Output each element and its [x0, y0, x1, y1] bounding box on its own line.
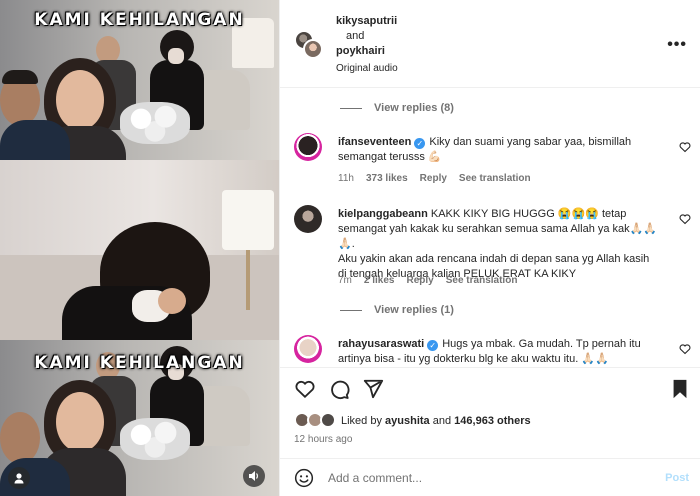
bookmark-icon[interactable]: [669, 378, 691, 400]
post-comment-button[interactable]: Post: [665, 472, 689, 484]
see-translation-button[interactable]: See translation: [446, 275, 518, 286]
comment-text: ifanseventeen ✓ Kiky dan suami yang sabar …: [338, 135, 668, 165]
person-face-shape: [0, 412, 40, 464]
comment-line: Kiky dan suami yang sabar yaa, bismillah: [429, 136, 632, 148]
view-replies-label: View replies (8): [374, 102, 454, 114]
reply-button[interactable]: Reply: [407, 275, 434, 286]
view-replies-button[interactable]: View replies (1): [340, 304, 454, 316]
liked-by-and: and: [432, 415, 452, 427]
collaborator-username[interactable]: poykhairi: [336, 45, 385, 57]
video-player[interactable]: KAMI KEHILANGAN KAMI KEHILANGAN: [0, 0, 279, 496]
avatar: [303, 39, 323, 59]
heart-icon[interactable]: [679, 141, 691, 153]
comment-likes[interactable]: 373 likes: [366, 173, 408, 184]
comment-line: Aku yakin akan ada rencana indah di depa…: [338, 253, 650, 265]
comment-time: 11h: [338, 173, 354, 184]
video-frame-1: KAMI KEHILANGAN: [0, 0, 279, 160]
reply-line-divider: [340, 309, 362, 311]
liked-by-user[interactable]: ayushita: [385, 415, 430, 427]
hand-shape: [158, 288, 186, 314]
share-icon[interactable]: [362, 378, 384, 400]
comment-icon[interactable]: [328, 378, 350, 400]
avatar[interactable]: [294, 205, 322, 233]
avatar[interactable]: [294, 335, 322, 363]
video-frame-3: KAMI KEHILANGAN: [0, 340, 279, 496]
liked-by-text: Liked by ayushita and 146,963 others: [341, 415, 531, 427]
video-title-overlay: KAMI KEHILANGAN: [34, 10, 245, 30]
reply-line-divider: [340, 107, 362, 109]
avatar[interactable]: [294, 133, 322, 161]
comment-text: rahayusaraswati ✓ Hugs ya mbak. Ga mudah. …: [338, 337, 668, 367]
heart-icon[interactable]: [294, 378, 316, 400]
post-timestamp[interactable]: 12 hours ago: [294, 434, 352, 445]
tagged-users-button[interactable]: [8, 467, 30, 489]
liked-by-avatars[interactable]: [294, 412, 340, 430]
emoji-icon[interactable]: [294, 468, 314, 488]
flowers-shape: [120, 102, 190, 144]
post-header: kikysaputrii and poykhairi Original audi…: [280, 0, 700, 88]
person-face-shape: [56, 392, 104, 452]
more-options-icon[interactable]: •••: [667, 36, 687, 54]
comment-line: Hugs ya mbak. Ga mudah. Tp pernah itu: [442, 338, 641, 350]
video-title-overlay: KAMI KEHILANGAN: [34, 353, 245, 373]
mute-button[interactable]: [243, 465, 265, 487]
audio-link[interactable]: Original audio: [336, 63, 398, 74]
flowers-shape: [120, 418, 190, 460]
collab-conjunction: and: [346, 30, 365, 42]
comment-line: semangat yah kakak ku serahkan semua sam…: [338, 223, 658, 250]
view-replies-button[interactable]: View replies (8): [340, 102, 454, 114]
liked-by-prefix: Liked by: [341, 415, 382, 427]
comment-text: kielpanggabeann KAKK KIKY BIG HUGGG 😭😭😭 t…: [338, 207, 668, 282]
author-username[interactable]: kikysaputrii: [336, 15, 397, 27]
tissue-shape: [168, 48, 184, 64]
video-frame-2: [0, 160, 279, 340]
person-body-shape: [0, 120, 70, 160]
reply-button[interactable]: Reply: [420, 173, 447, 184]
heart-icon[interactable]: [679, 213, 691, 225]
verified-badge-icon: ✓: [427, 340, 439, 351]
comment-likes[interactable]: 2 likes: [364, 275, 395, 286]
lamp-shape: [222, 190, 274, 250]
add-comment-input[interactable]: [328, 471, 648, 485]
see-translation-button[interactable]: See translation: [459, 173, 531, 184]
comment-line: artinya bisa - itu yg dokterku blg ke ak…: [338, 353, 609, 365]
view-replies-label: View replies (1): [374, 304, 454, 316]
avatar: [320, 412, 336, 428]
lamp-stand-shape: [246, 250, 250, 310]
comment-line: KAKK KIKY BIG HUGGG 😭😭😭 tetap: [430, 208, 627, 220]
person-hair-shape: [2, 70, 38, 84]
comment-username[interactable]: kielpanggabeann: [338, 208, 428, 220]
collab-avatars[interactable]: [294, 30, 324, 60]
post-detail-panel: kikysaputrii and poykhairi Original audi…: [279, 0, 700, 496]
comment-line: semangat terusss 💪🏻: [338, 151, 442, 163]
comments-list[interactable]: View replies (8) ifanseventeen ✓ Kiky dan …: [280, 89, 700, 367]
verified-badge-icon: ✓: [414, 138, 426, 149]
comment-composer: Post: [280, 458, 700, 496]
post-actions: Liked by ayushita and 146,963 others 12 …: [280, 367, 700, 457]
comment-meta: 7m 2 likes Reply See translation: [338, 275, 517, 286]
comment-time: 7m: [338, 275, 352, 286]
comment-username[interactable]: rahayusaraswati: [338, 338, 424, 350]
user-icon: [14, 473, 24, 484]
person-face-shape: [56, 70, 104, 130]
speaker-icon: [249, 471, 258, 481]
heart-icon[interactable]: [679, 343, 691, 355]
comment-meta: 11h 373 likes Reply See translation: [338, 173, 531, 184]
liked-by-count[interactable]: 146,963 others: [454, 415, 530, 427]
comment-username[interactable]: ifanseventeen: [338, 136, 411, 148]
